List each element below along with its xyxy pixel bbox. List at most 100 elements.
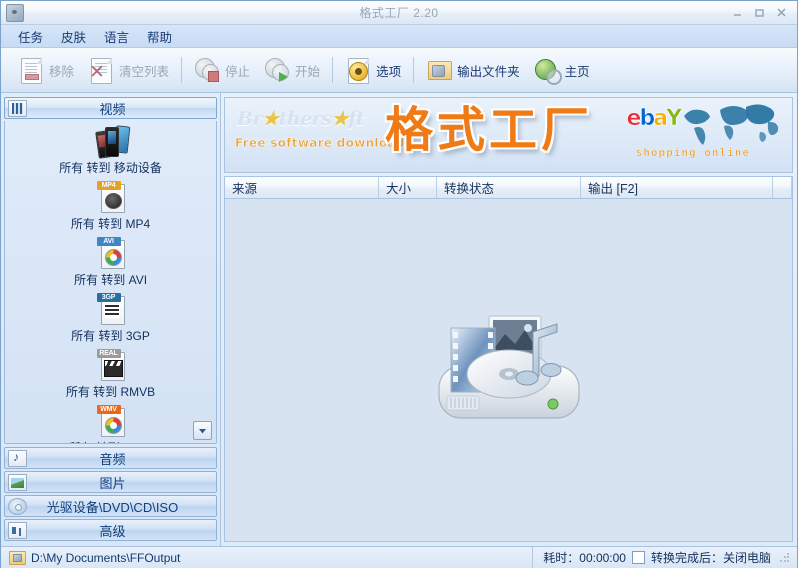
menu-item-skin[interactable]: 皮肤 — [52, 25, 95, 48]
column-header-source[interactable]: 来源 — [225, 177, 379, 198]
status-right: 耗时：00:00:00 转换完成后：关闭电脑 — [532, 547, 797, 568]
file-list: 来源 大小 转换状态 输出 [F2] — [224, 176, 793, 542]
sidebar-item-label: 所有 转到 WMV — [69, 439, 153, 443]
toolbar-output-folder-label: 输出文件夹 — [457, 64, 520, 79]
ebay-letter-a: a — [653, 106, 668, 131]
sidebar-category-disc-label: 光驱设备\DVD\CD\ISO — [46, 499, 179, 515]
film-icon — [8, 99, 27, 117]
ebay-letter-b: b — [639, 106, 655, 131]
wmv-tag: WMV — [96, 405, 121, 414]
sidebar-item-label: 所有 转到 RMVB — [65, 385, 156, 399]
menu-item-language[interactable]: 语言 — [95, 25, 138, 48]
sidebar-category-picture[interactable]: 图片 — [4, 471, 217, 493]
sidebar: 视频 所有 转到 移动设备 MP4 所有 转到 MP4 AVI 所有 转到 AV… — [1, 93, 221, 546]
app-wordmark: 格式工厂 — [385, 104, 594, 157]
body: 视频 所有 转到 移动设备 MP4 所有 转到 MP4 AVI 所有 转到 AV… — [1, 93, 797, 546]
stop-icon — [194, 56, 220, 84]
column-header-status[interactable]: 转换状态 — [437, 177, 581, 198]
remove-document-icon — [18, 56, 44, 84]
menu-item-tasks[interactable]: 任务 — [9, 25, 52, 48]
real-tag: REAL — [96, 349, 121, 358]
wmv-file-icon: WMV — [91, 404, 131, 438]
title-bar: 格式工厂 2.20 — [1, 1, 797, 25]
rmvb-file-icon: REAL — [91, 348, 131, 382]
sidebar-category-audio[interactable]: 音频 — [4, 447, 217, 469]
avi-file-icon: AVI — [91, 236, 131, 270]
resize-grip-icon[interactable] — [779, 551, 791, 564]
music-note-icon — [8, 449, 27, 467]
advanced-icon — [8, 521, 27, 539]
3gp-tag: 3GP — [96, 293, 121, 302]
sidebar-category-disc[interactable]: 光驱设备\DVD\CD\ISO — [4, 495, 217, 517]
sidebar-item-all-to-avi[interactable]: AVI 所有 转到 AVI — [5, 233, 216, 289]
status-output-folder[interactable]: D:\My Documents\FFOutput — [1, 550, 532, 565]
status-bar: D:\My Documents\FFOutput 耗时：00:00:00 转换完… — [1, 546, 797, 568]
3gp-file-icon: 3GP — [91, 292, 131, 326]
folder-icon — [9, 550, 26, 565]
maximize-button[interactable] — [749, 5, 769, 21]
toolbar-remove-label: 移除 — [49, 64, 75, 79]
sidebar-item-label: 所有 转到 AVI — [73, 273, 148, 287]
toolbar-clear-list-button[interactable]: ✕ 清空列表 — [81, 54, 176, 86]
sidebar-item-label: 所有 转到 3GP — [71, 329, 150, 343]
brothersoft-tagline: Free software download — [235, 136, 405, 150]
sidebar-video-item-list: 所有 转到 移动设备 MP4 所有 转到 MP4 AVI 所有 转到 AVI 3… — [4, 121, 217, 444]
sidebar-category-picture-label: 图片 — [99, 475, 126, 491]
sidebar-category-video-label: 视频 — [99, 101, 126, 117]
after-convert-label[interactable]: 转换完成后：关闭电脑 — [651, 549, 771, 566]
sidebar-category-audio-label: 音频 — [99, 451, 126, 467]
ebay-letter-e: e — [626, 106, 642, 131]
brothersoft-logo: Br★thers★ft — [237, 108, 365, 130]
camera-icon — [6, 4, 24, 22]
close-button[interactable] — [771, 5, 791, 21]
mp4-tag: MP4 — [96, 181, 121, 190]
column-header-output[interactable]: 输出 [F2] — [581, 177, 773, 198]
scroll-down-icon[interactable] — [193, 421, 212, 440]
column-header-size[interactable]: 大小 — [379, 177, 437, 198]
toolbar-options-button[interactable]: 选项 — [338, 54, 408, 86]
toolbar-separator-3 — [413, 57, 415, 83]
start-icon — [264, 56, 290, 84]
sidebar-category-video[interactable]: 视频 — [4, 97, 217, 119]
toolbar-separator-2 — [332, 57, 334, 83]
mobile-devices-icon — [91, 124, 131, 159]
menu-item-help[interactable]: 帮助 — [138, 25, 181, 48]
sidebar-category-advanced[interactable]: 高级 — [4, 519, 217, 541]
file-list-body[interactable] — [225, 199, 792, 541]
brothersoft-star-2: ★ — [331, 108, 349, 130]
toolbar-homepage-button[interactable]: 主页 — [527, 54, 597, 86]
world-map-icon — [684, 104, 779, 145]
toolbar-remove-button[interactable]: 移除 — [11, 54, 81, 86]
sidebar-category-advanced-label: 高级 — [99, 523, 126, 539]
menu-bar: 任务 皮肤 语言 帮助 — [1, 25, 797, 48]
toolbar-separator — [181, 57, 183, 83]
sidebar-item-all-to-wmv[interactable]: WMV 所有 转到 WMV — [5, 401, 216, 443]
sidebar-item-label: 所有 转到 移动设备 — [59, 161, 162, 175]
toolbar-stop-label: 停止 — [225, 64, 251, 79]
sidebar-item-all-to-3gp[interactable]: 3GP 所有 转到 3GP — [5, 289, 216, 345]
brothersoft-star-1: ★ — [262, 108, 279, 130]
sidebar-item-all-to-mobile[interactable]: 所有 转到 移动设备 — [5, 121, 216, 177]
ebay-logo[interactable]: ebaY — [626, 106, 682, 131]
brothersoft-text-2: thers — [278, 108, 332, 130]
after-convert-checkbox[interactable] — [631, 551, 645, 564]
brothersoft-text-3: ft — [348, 108, 365, 130]
window-controls — [727, 5, 797, 21]
toolbar-homepage-label: 主页 — [564, 64, 590, 79]
format-factory-window: 格式工厂 2.20 任务 皮肤 语言 帮助 移除 ✕ 清空列表 停止 开始 选项… — [0, 0, 798, 568]
toolbar-output-folder-button[interactable]: 输出文件夹 — [419, 54, 527, 86]
mp4-file-icon: MP4 — [91, 180, 131, 214]
sidebar-item-all-to-mp4[interactable]: MP4 所有 转到 MP4 — [5, 177, 216, 233]
minimize-button[interactable] — [727, 5, 747, 21]
folder-icon — [426, 56, 453, 84]
banner: Br★thers★ft Free software download 格式工厂 … — [224, 97, 793, 173]
brothersoft-text-1: Br — [237, 108, 263, 130]
column-header-extra[interactable] — [773, 177, 792, 198]
toolbar-start-button[interactable]: 开始 — [257, 54, 327, 86]
globe-icon — [534, 56, 562, 85]
gear-icon — [345, 56, 371, 84]
toolbar-stop-button[interactable]: 停止 — [187, 54, 257, 86]
main-panel: Br★thers★ft Free software download 格式工厂 … — [221, 93, 797, 546]
sidebar-item-all-to-rmvb[interactable]: REAL 所有 转到 RMVB — [5, 345, 216, 401]
toolbar-options-label: 选项 — [376, 64, 402, 79]
